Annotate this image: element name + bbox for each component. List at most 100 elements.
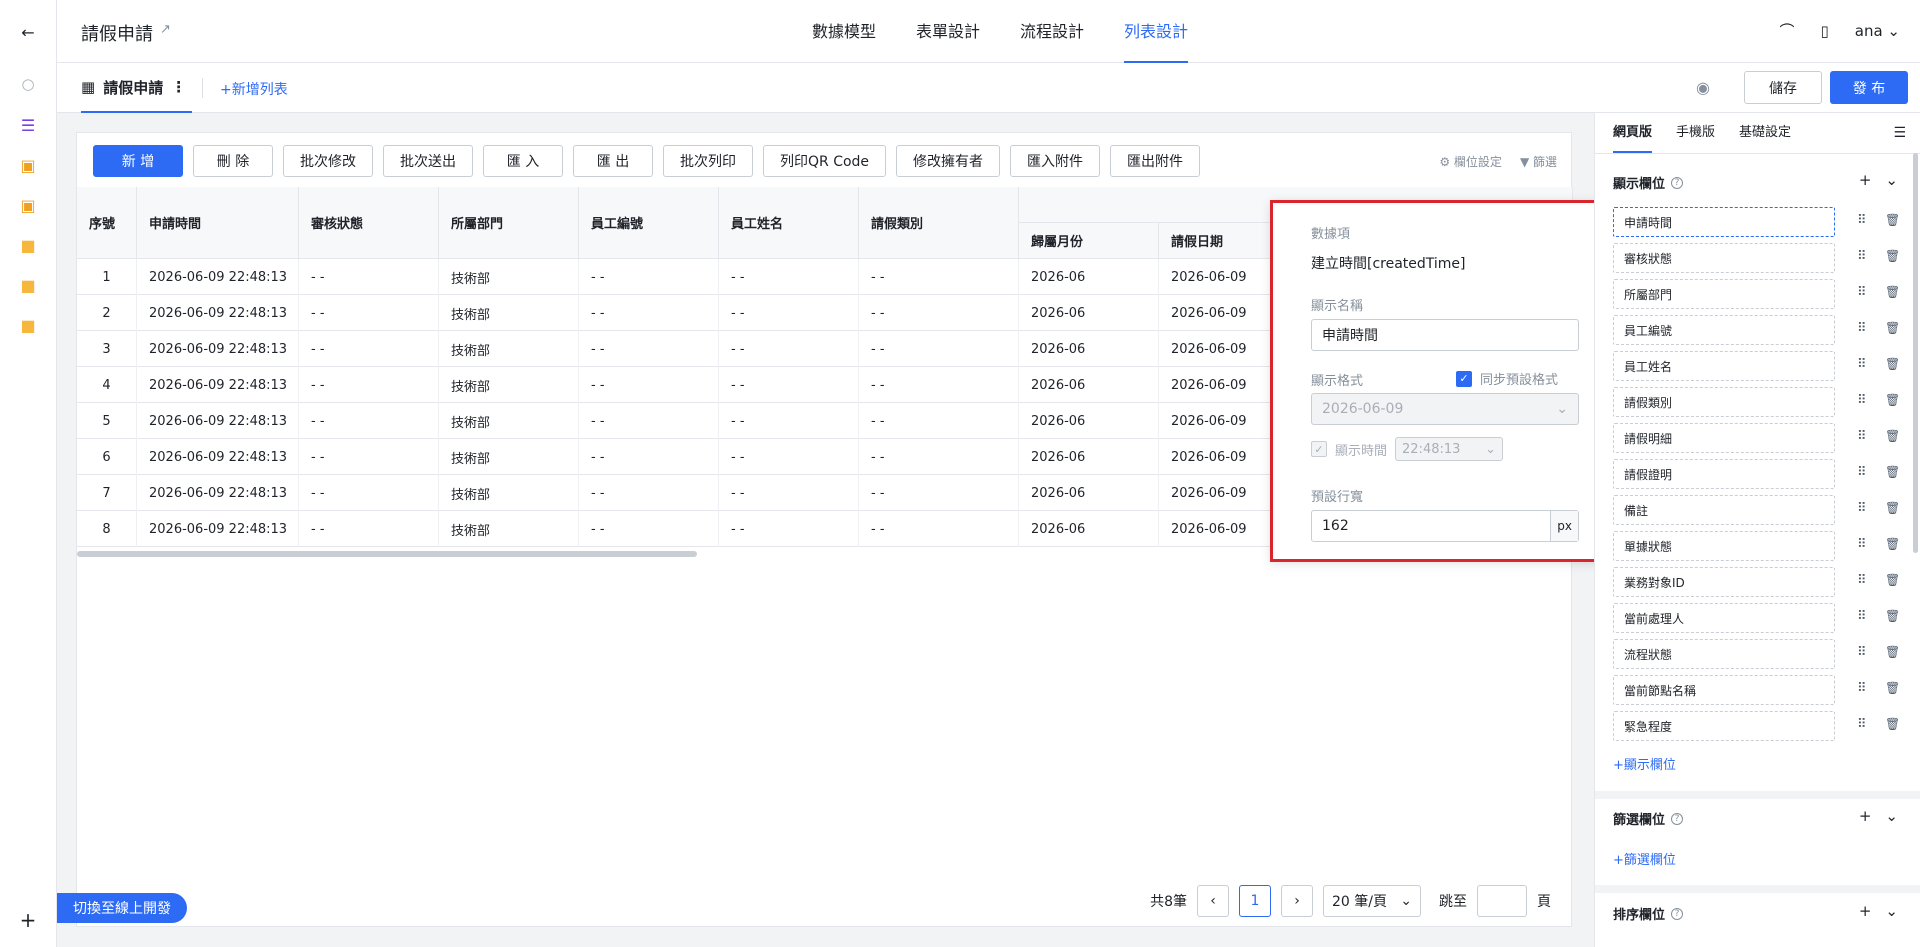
form-icon[interactable]: ▣ [18,155,38,175]
drag-handle-icon[interactable]: ⠿ [1857,465,1867,480]
trash-icon[interactable]: 🗑 [1885,681,1900,695]
tab-data-model[interactable]: 數據模型 [792,0,896,63]
trash-icon[interactable]: 🗑 [1885,537,1900,551]
add-display-field-button[interactable]: +顯示欄位 [1613,754,1676,773]
page-1-button[interactable]: 1 [1239,885,1271,917]
more-icon[interactable]: ⋮ [171,78,186,96]
col-header-emp-no[interactable]: 員工編號 [579,187,719,259]
add-icon[interactable]: + [1859,902,1872,920]
drag-handle-icon[interactable]: ⠿ [1857,537,1867,552]
back-arrow-icon[interactable]: ← [18,22,38,42]
next-page-button[interactable]: › [1281,885,1313,917]
help-icon[interactable]: ? [1671,907,1684,920]
folder-icon-3[interactable]: ■ [18,315,38,335]
display-field-item[interactable]: 單據狀態 [1613,531,1835,561]
display-field-item[interactable]: 業務對象ID [1613,567,1835,597]
time-select[interactable]: 22:48:13 ⌄ [1395,437,1504,461]
display-field-item[interactable]: 申請時間 [1613,207,1835,237]
trash-icon[interactable]: 🗑 [1885,213,1900,227]
trash-icon[interactable]: 🗑 [1885,573,1900,587]
add-icon[interactable]: + [1859,171,1872,189]
filter-button[interactable]: ▼ 篩選 [1520,153,1557,170]
trash-icon[interactable]: 🗑 [1885,357,1900,371]
display-field-item[interactable]: 員工姓名 [1613,351,1835,381]
col-header-no[interactable]: 序號 [77,187,137,259]
tab-list-design[interactable]: 列表設計 [1104,0,1208,63]
chevron-down-icon[interactable]: ⌄ [1885,171,1898,189]
col-header-apply-time[interactable]: 申請時間 [137,187,299,259]
drag-handle-icon[interactable]: ⠿ [1857,717,1867,732]
drag-handle-icon[interactable]: ⠿ [1857,357,1867,372]
display-field-item[interactable]: 流程狀態 [1613,639,1835,669]
drag-handle-icon[interactable]: ⠿ [1857,321,1867,336]
display-field-item[interactable]: 審核狀態 [1613,243,1835,273]
display-field-item[interactable]: 員工編號 [1613,315,1835,345]
display-field-item[interactable]: 備註 [1613,495,1835,525]
drag-handle-icon[interactable]: ⠿ [1857,249,1867,264]
change-owner-button[interactable]: 修改擁有者 [896,145,1001,177]
help-icon[interactable]: ? [1671,176,1684,189]
prev-page-button[interactable]: ‹ [1197,885,1229,917]
plus-icon[interactable]: + [18,908,38,932]
default-width-input[interactable]: 162 px [1311,510,1579,542]
form-icon-2[interactable]: ▣ [18,195,38,215]
book-icon[interactable]: ▯ [1820,22,1828,40]
trash-icon[interactable]: 🗑 [1885,393,1900,407]
sync-format-checkbox[interactable]: ✓ [1456,370,1472,387]
col-header-leave-type[interactable]: 請假類別 [859,187,1019,259]
collapse-panel-icon[interactable]: ☰ [1893,125,1906,141]
chevron-down-icon[interactable]: ⌄ [1885,902,1898,920]
display-field-item[interactable]: 請假明細 [1613,423,1835,453]
folder-icon[interactable]: ■ [18,235,38,255]
drag-handle-icon[interactable]: ⠿ [1857,429,1867,444]
trash-icon[interactable]: 🗑 [1885,501,1900,515]
drag-handle-icon[interactable]: ⠿ [1857,501,1867,516]
display-field-item[interactable]: 當前節點名稱 [1613,675,1835,705]
display-field-item[interactable]: 請假證明 [1613,459,1835,489]
list-tab[interactable]: ▦ 請假申請 ⋮ [81,63,193,113]
drag-handle-icon[interactable]: ⠿ [1857,681,1867,696]
tab-mobile[interactable]: 手機版 [1676,113,1715,153]
drag-handle-icon[interactable]: ⠿ [1857,573,1867,588]
trash-icon[interactable]: 🗑 [1885,609,1900,623]
tab-web[interactable]: 網頁版 [1613,113,1653,153]
user-menu[interactable]: ana ⌄ [1855,22,1900,40]
trash-icon[interactable]: 🗑 [1885,429,1900,443]
trash-icon[interactable]: 🗑 [1885,645,1900,659]
help-icon[interactable]: ? [1671,812,1684,825]
trash-icon[interactable]: 🗑 [1885,465,1900,479]
field-settings-button[interactable]: ⚙ 欄位設定 [1439,153,1502,170]
switch-online-dev-button[interactable]: 切換至線上開發 [57,893,187,923]
drag-handle-icon[interactable]: ⠿ [1857,285,1867,300]
batch-edit-button[interactable]: 批次修改 [283,145,373,177]
drag-handle-icon[interactable]: ⠿ [1857,645,1867,660]
col-header-dept[interactable]: 所屬部門 [439,187,579,259]
tab-form-design[interactable]: 表單設計 [896,0,1000,63]
import-attachment-button[interactable]: 匯入附件 [1010,145,1101,177]
trash-icon[interactable]: 🗑 [1885,321,1900,335]
jump-page-input[interactable] [1477,885,1527,917]
add-list-button[interactable]: +新增列表 [220,79,288,99]
col-header-emp-name[interactable]: 員工姓名 [719,187,859,259]
tab-flow-design[interactable]: 流程設計 [1000,0,1104,63]
folder-icon-2[interactable]: ■ [18,275,38,295]
search-icon[interactable]: ○ [18,74,38,94]
save-button[interactable]: 儲存 [1744,71,1822,104]
list-icon[interactable]: ☰ [18,115,38,135]
external-link-icon[interactable]: ↗ [160,22,171,37]
import-button[interactable]: 匯 入 [483,145,563,177]
preview-eye-icon[interactable]: ◉ [1696,78,1710,97]
headset-icon[interactable]: ⌒ [1779,20,1794,41]
add-icon[interactable]: + [1859,807,1872,825]
drag-handle-icon[interactable]: ⠿ [1857,213,1867,228]
export-attachment-button[interactable]: 匯出附件 [1110,145,1201,177]
trash-icon[interactable]: 🗑 [1885,249,1900,263]
vertical-scrollbar[interactable] [1913,153,1918,553]
chevron-down-icon[interactable]: ⌄ [1885,807,1898,825]
display-field-item[interactable]: 緊急程度 [1613,711,1835,741]
drag-handle-icon[interactable]: ⠿ [1857,393,1867,408]
show-time-checkbox[interactable]: ✓ [1311,441,1327,457]
display-field-item[interactable]: 請假類別 [1613,387,1835,417]
display-field-item[interactable]: 所屬部門 [1613,279,1835,309]
display-name-input[interactable]: 申請時間 [1311,319,1579,351]
